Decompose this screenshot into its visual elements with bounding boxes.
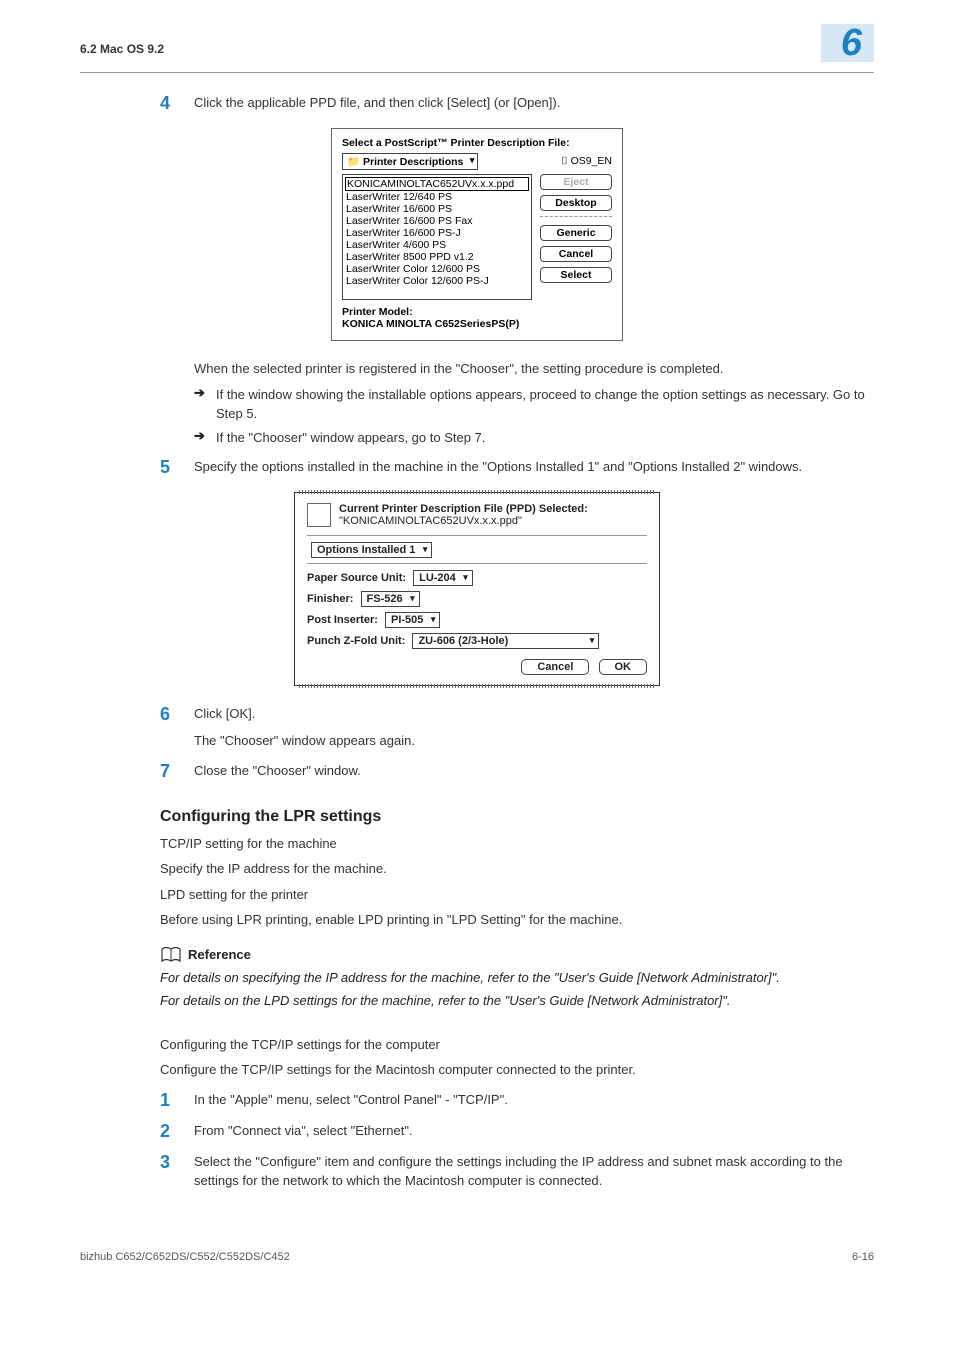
body-text: TCP/IP setting for the machine	[160, 834, 874, 854]
lpr-heading: Configuring the LPR settings	[160, 808, 874, 826]
desktop-button[interactable]: Desktop	[540, 195, 612, 211]
ppd-file-list[interactable]: KONICAMINOLTAC652UVx.x.x.ppd LaserWriter…	[342, 174, 532, 300]
body-text: Specify the IP address for the machine.	[160, 859, 874, 879]
step-number: 3	[160, 1152, 194, 1173]
header-section: 6.2 Mac OS 9.2	[80, 42, 164, 56]
step-number: 5	[160, 457, 194, 478]
step-number: 1	[160, 1090, 194, 1111]
reference-text: For details on specifying the IP address…	[160, 968, 874, 988]
printer-icon	[307, 503, 331, 527]
step-text: From "Connect via", select "Ethernet".	[194, 1121, 413, 1141]
step-text: Click the applicable PPD file, and then …	[194, 93, 560, 113]
body-text: Configure the TCP/IP settings for the Ma…	[160, 1060, 874, 1080]
reference-icon	[160, 946, 182, 964]
ppd-select-dialog: Select a PostScript™ Printer Description…	[331, 128, 623, 341]
note-item: ➔ If the "Chooser" window appears, go to…	[194, 428, 874, 448]
step-number: 7	[160, 761, 194, 782]
page-footer: bizhub C652/C652DS/C552/C552DS/C452 6-16	[80, 1251, 874, 1263]
reference-heading: Reference	[160, 946, 874, 964]
step-4: 4 Click the applicable PPD file, and the…	[160, 93, 874, 114]
volume-label: ⌷ OS9_EN	[561, 155, 612, 168]
folder-dropdown[interactable]: 📁 Printer Descriptions	[342, 153, 478, 170]
tcpip-step-1: 1 In the "Apple" menu, select "Control P…	[160, 1090, 874, 1111]
list-item[interactable]: LaserWriter 12/640 PS	[345, 191, 529, 203]
page-header: 6.2 Mac OS 9.2 6	[80, 30, 874, 73]
step-text: Specify the options installed in the mac…	[194, 457, 802, 477]
cancel-button[interactable]: Cancel	[521, 659, 589, 675]
finisher-dropdown[interactable]: FS-526	[361, 591, 420, 607]
tcpip-step-3: 3 Select the "Configure" item and config…	[160, 1152, 874, 1191]
step-text: Select the "Configure" item and configur…	[194, 1152, 874, 1191]
list-item[interactable]: LaserWriter 16/600 PS	[345, 203, 529, 215]
tcpip-subheading: Configuring the TCP/IP settings for the …	[160, 1035, 874, 1055]
reference-label: Reference	[188, 947, 251, 962]
paper-source-row: Paper Source Unit: LU-204	[307, 563, 647, 586]
arrow-icon: ➔	[194, 385, 216, 424]
body-text: Before using LPR printing, enable LPD pr…	[160, 910, 874, 930]
arrow-icon: ➔	[194, 428, 216, 448]
cancel-button[interactable]: Cancel	[540, 246, 612, 262]
dialog-title: Select a PostScript™ Printer Description…	[342, 137, 612, 149]
options-group-dropdown[interactable]: Options Installed 1	[311, 542, 432, 558]
finisher-row: Finisher: FS-526	[307, 591, 647, 607]
step-text: Close the "Chooser" window.	[194, 761, 361, 781]
list-item[interactable]: LaserWriter Color 12/600 PS-J	[345, 275, 529, 287]
footer-model: bizhub C652/C652DS/C552/C552DS/C452	[80, 1251, 290, 1263]
divider	[540, 216, 612, 220]
step-number: 4	[160, 93, 194, 114]
step-5: 5 Specify the options installed in the m…	[160, 457, 874, 478]
step-text: Click [OK].	[194, 704, 255, 724]
body-text: LPD setting for the printer	[160, 885, 874, 905]
printer-model: Printer Model: KONICA MINOLTA C652Series…	[342, 306, 612, 330]
chapter-number: 6	[821, 24, 874, 62]
dialog2-title: Current Printer Description File (PPD) S…	[339, 503, 588, 527]
post-inserter-row: Post Inserter: PI-505	[307, 612, 647, 628]
footer-page: 6-16	[852, 1251, 874, 1263]
body-text: The "Chooser" window appears again.	[194, 731, 874, 751]
note-item: ➔ If the window showing the installable …	[194, 385, 874, 424]
options-installed-dialog: Current Printer Description File (PPD) S…	[294, 492, 660, 686]
step-7: 7 Close the "Chooser" window.	[160, 761, 874, 782]
list-item[interactable]: LaserWriter 8500 PPD v1.2	[345, 251, 529, 263]
list-item[interactable]: LaserWriter Color 12/600 PS	[345, 263, 529, 275]
ok-button[interactable]: OK	[599, 659, 648, 675]
punch-unit-dropdown[interactable]: ZU-606 (2/3-Hole)	[412, 633, 599, 649]
body-text: When the selected printer is registered …	[194, 359, 874, 379]
post-inserter-dropdown[interactable]: PI-505	[385, 612, 440, 628]
punch-unit-row: Punch Z-Fold Unit: ZU-606 (2/3-Hole)	[307, 633, 647, 649]
reference-text: For details on the LPD settings for the …	[160, 991, 874, 1011]
step-number: 2	[160, 1121, 194, 1142]
select-button[interactable]: Select	[540, 267, 612, 283]
generic-button[interactable]: Generic	[540, 225, 612, 241]
tcpip-step-2: 2 From "Connect via", select "Ethernet".	[160, 1121, 874, 1142]
step-text: In the "Apple" menu, select "Control Pan…	[194, 1090, 508, 1110]
list-item[interactable]: LaserWriter 16/600 PS-J	[345, 227, 529, 239]
step-6: 6 Click [OK].	[160, 704, 874, 725]
paper-source-dropdown[interactable]: LU-204	[413, 570, 473, 586]
list-item[interactable]: LaserWriter 4/600 PS	[345, 239, 529, 251]
step-number: 6	[160, 704, 194, 725]
list-item[interactable]: KONICAMINOLTAC652UVx.x.x.ppd	[345, 177, 529, 191]
list-item[interactable]: LaserWriter 16/600 PS Fax	[345, 215, 529, 227]
eject-button[interactable]: Eject	[540, 174, 612, 190]
